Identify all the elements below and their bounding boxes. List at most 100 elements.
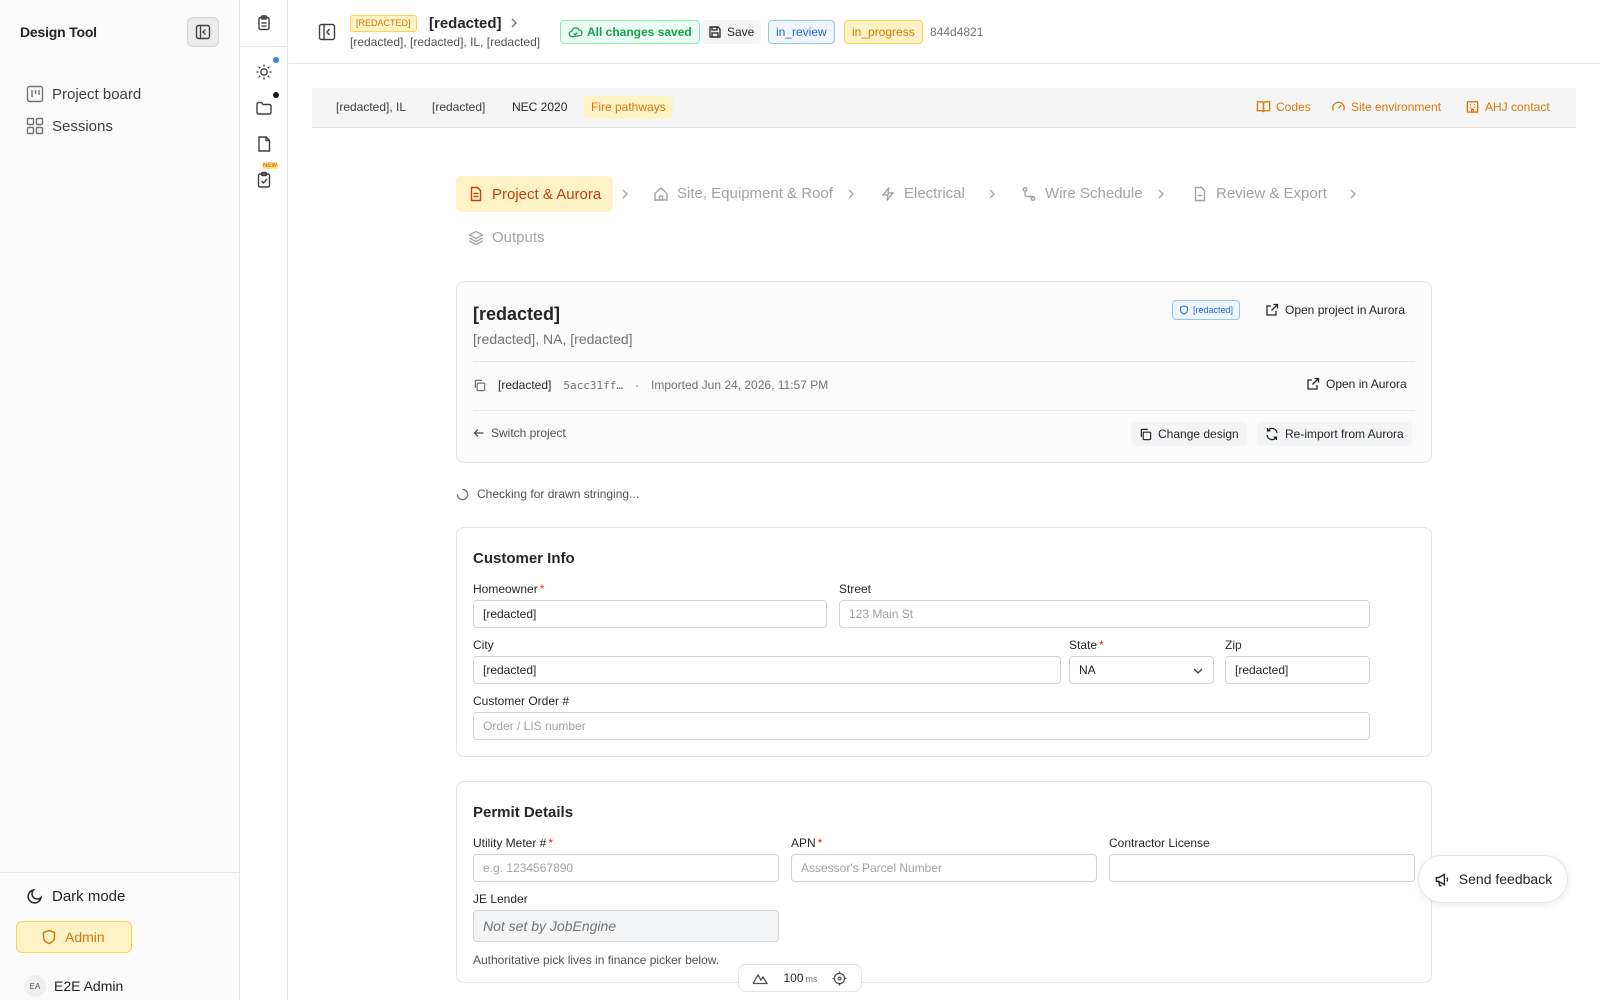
panel-toggle-icon[interactable] — [318, 23, 336, 41]
refresh-icon — [1266, 427, 1278, 441]
sidebar-item-project-board[interactable]: Project board — [26, 78, 141, 110]
send-feedback-button[interactable]: Send feedback — [1418, 855, 1568, 903]
zip-label: Zip — [1225, 638, 1242, 652]
app-title: Design Tool — [20, 24, 97, 40]
dark-mode-toggle[interactable]: Dark mode — [26, 887, 125, 905]
ahj-contact-label: AHJ contact — [1485, 99, 1550, 114]
open-in-aurora-link[interactable]: Open in Aurora — [1306, 377, 1407, 391]
sidebar-footer: Dark mode Admin EA E2E Admin — [0, 872, 240, 1000]
open-project-in-aurora-link[interactable]: Open project in Aurora — [1265, 303, 1405, 317]
switch-project-label: Switch project — [491, 426, 566, 440]
open-project-label: Open project in Aurora — [1285, 303, 1406, 317]
book-open-icon — [1256, 101, 1271, 113]
change-design-button[interactable]: Change design — [1131, 422, 1247, 446]
utility-meter-label: Utility Meter # * — [473, 836, 554, 850]
top-header: [REDACTED] [redacted] [redacted], [redac… — [288, 0, 1600, 64]
contractor-license-field[interactable] — [1109, 854, 1415, 882]
icon-rail: NEW — [240, 0, 288, 1000]
step-review-export[interactable]: Review & Export — [1192, 185, 1327, 202]
switch-project-link[interactable]: Switch project — [473, 426, 566, 440]
megaphone-icon — [1435, 872, 1448, 886]
aurora-project-card: [redacted] [redacted], NA, [redacted] [r… — [456, 281, 1432, 463]
open-in-aurora-label: Open in Aurora — [1326, 377, 1407, 391]
building-icon — [1466, 101, 1479, 113]
document-icon — [470, 186, 482, 202]
save-button[interactable]: Save — [701, 20, 762, 44]
status-badge-progress[interactable]: in_progress — [844, 20, 923, 44]
dark-mode-label: Dark mode — [52, 887, 126, 905]
reimport-label: Re-import from Aurora — [1285, 427, 1404, 441]
customer-order-label: Customer Order # — [473, 694, 570, 708]
state-select[interactable]: NA — [1069, 656, 1214, 684]
external-link-icon — [1266, 303, 1279, 316]
info-code: NEC 2020 — [512, 100, 568, 114]
notification-dot — [273, 92, 279, 98]
state-value: NA — [1079, 663, 1096, 677]
chevron-right-icon — [1158, 189, 1164, 199]
chevron-right-icon — [848, 189, 854, 199]
city-field[interactable]: [redacted] — [473, 656, 1061, 684]
design-meta: [redacted] 5acc31ff… · Imported Jun 24, … — [473, 378, 828, 392]
ahj-contact-link[interactable]: AHJ contact — [1465, 99, 1550, 114]
avatar: EA — [24, 975, 46, 997]
step-site-equipment-roof[interactable]: Site, Equipment & Roof — [653, 185, 833, 202]
utility-meter-field[interactable]: e.g. 1234567890 — [473, 854, 779, 882]
step-label: Electrical — [904, 185, 965, 202]
status-badge-review[interactable]: in_review — [768, 20, 835, 44]
homeowner-field[interactable]: [redacted] — [473, 600, 827, 628]
permit-details-card: Permit Details Utility Meter # * e.g. 123… — [456, 781, 1432, 983]
new-badge: NEW — [262, 163, 278, 169]
lender-hint: Authoritative pick lives in finance pick… — [473, 953, 720, 967]
user-name: E2E Admin — [54, 978, 124, 994]
customer-info-title: Customer Info — [473, 550, 575, 567]
admin-badge[interactable]: Admin — [16, 921, 132, 953]
site-environment-label: Site environment — [1351, 99, 1442, 114]
floppy-icon — [709, 26, 721, 38]
folder-icon[interactable] — [255, 99, 273, 117]
save-label: Save — [727, 25, 755, 39]
sidebar-collapse-button[interactable] — [187, 17, 219, 47]
step-label: Site, Equipment & Roof — [677, 185, 833, 202]
performance-widget[interactable]: 100 ms — [738, 964, 862, 992]
step-outputs[interactable]: Outputs — [468, 229, 545, 246]
step-electrical[interactable]: Electrical — [880, 185, 965, 202]
sidebar-item-sessions[interactable]: Sessions — [26, 110, 141, 142]
chevron-right-icon — [622, 189, 628, 199]
user-profile[interactable]: EA E2E Admin — [24, 975, 123, 997]
step-label: Project & Aurora — [492, 185, 602, 203]
step-project-aurora[interactable]: Project & Aurora — [456, 176, 614, 212]
customer-order-field[interactable]: Order / LIS number — [473, 712, 1370, 740]
kanban-icon — [26, 85, 44, 103]
checking-label: Checking for drawn stringing... — [477, 487, 640, 501]
tag-label: [redacted] — [1193, 305, 1234, 315]
stringing-check-status: Checking for drawn stringing... — [456, 487, 639, 501]
clipboard-check-icon[interactable] — [255, 171, 273, 189]
je-lender-label: JE Lender — [473, 892, 528, 906]
sidebar-item-label: Project board — [52, 85, 142, 103]
apn-field[interactable]: Assessor's Parcel Number — [791, 854, 1097, 882]
file-icon[interactable] — [255, 135, 273, 153]
info-ahj: [redacted] — [432, 100, 486, 114]
chevron-right-icon — [989, 189, 995, 199]
reimport-button[interactable]: Re-import from Aurora — [1257, 422, 1412, 446]
moon-icon — [27, 888, 43, 904]
city-label: City — [473, 638, 494, 652]
site-environment-link[interactable]: Site environment — [1331, 99, 1441, 114]
mountain-icon — [752, 973, 769, 985]
codes-link[interactable]: Codes — [1256, 99, 1311, 114]
fire-pathways-chip[interactable]: Fire pathways — [584, 96, 673, 119]
contractor-license-label: Contractor License — [1109, 836, 1210, 850]
shield-icon — [42, 929, 56, 945]
street-field[interactable]: 123 Main St — [839, 600, 1370, 628]
rail-clipboard-button[interactable] — [240, 0, 287, 47]
save-status-label: All changes saved — [587, 25, 692, 39]
chevron-right-icon[interactable] — [508, 17, 520, 29]
aurora-project-tag: [redacted] — [1172, 300, 1241, 320]
step-wire-schedule[interactable]: Wire Schedule — [1021, 185, 1143, 202]
info-location: [redacted], IL — [336, 100, 407, 114]
zip-field[interactable]: [redacted] — [1225, 656, 1370, 684]
sun-icon[interactable] — [255, 63, 273, 81]
sidebar-item-label: Sessions — [52, 117, 113, 135]
crosshair-icon — [832, 970, 848, 986]
admin-label: Admin — [65, 929, 105, 945]
